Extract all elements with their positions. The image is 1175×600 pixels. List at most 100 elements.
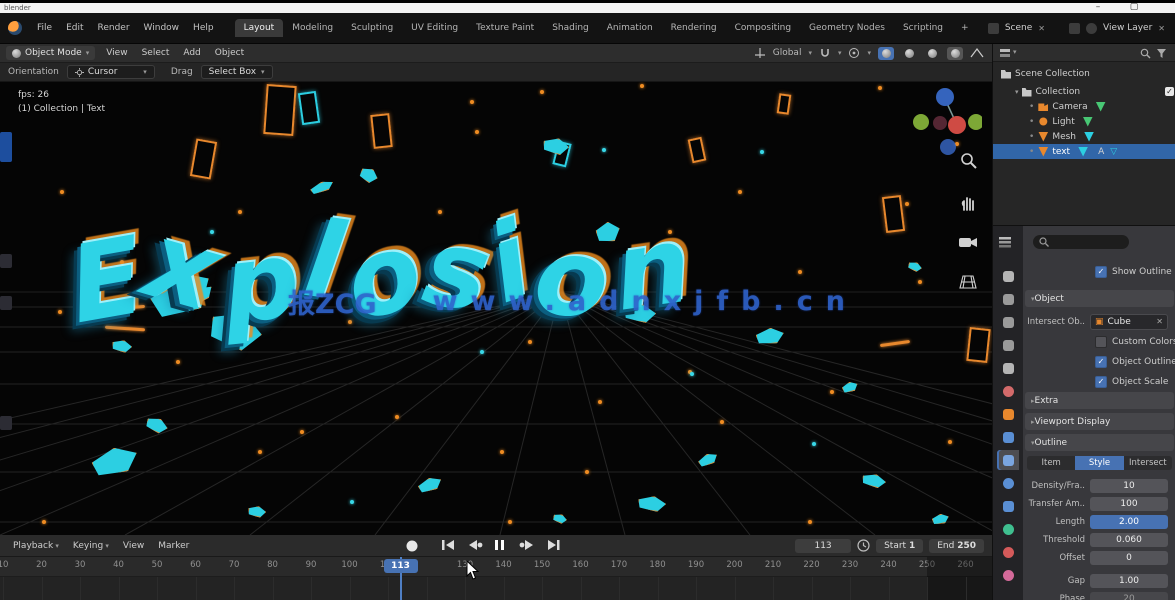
timeline-menu-marker[interactable]: Marker <box>151 541 196 551</box>
properties-search[interactable] <box>1033 235 1129 249</box>
properties-tab-constraints[interactable] <box>997 496 1019 516</box>
3d-viewport[interactable]: fps: 26 (1) Collection | Text Explosion … <box>0 82 992 535</box>
menu-render[interactable]: Render <box>91 20 137 36</box>
workspace-tab-geometry-nodes[interactable]: Geometry Nodes <box>800 19 894 37</box>
section-header-object[interactable]: ▾ Object <box>1025 290 1174 307</box>
cursor-tool-dropdown[interactable]: Cursor ▾ <box>67 65 155 79</box>
properties-tab-particles[interactable] <box>997 450 1019 470</box>
number-field[interactable]: 10 <box>1090 479 1168 493</box>
properties-tab-data[interactable] <box>997 519 1019 539</box>
menu-edit[interactable]: Edit <box>59 20 90 36</box>
frame-end-field[interactable]: End 250 <box>929 539 984 553</box>
shading-wireframe-button[interactable] <box>878 47 894 60</box>
properties-tab-tool[interactable] <box>997 266 1019 286</box>
frame-start-field[interactable]: Start 1 <box>876 539 923 553</box>
section-header-outline[interactable]: ▾ Outline <box>1025 434 1174 451</box>
left-toolbar-tool[interactable] <box>0 254 12 268</box>
properties-tab-physics[interactable] <box>997 473 1019 493</box>
tab-item[interactable]: Item <box>1027 456 1075 470</box>
workspace-tab-shading[interactable]: Shading <box>543 19 598 37</box>
properties-tab-modifiers[interactable] <box>997 427 1019 447</box>
drag-mode-dropdown[interactable]: Select Box ▾ <box>201 65 273 79</box>
checkbox-row-custom-colors[interactable]: Custom Colors <box>1023 333 1175 350</box>
shading-material-button[interactable] <box>924 47 940 60</box>
chevron-down-icon[interactable]: ▾ <box>867 49 871 57</box>
left-toolbar-tool[interactable] <box>0 416 12 430</box>
left-toolbar-tool[interactable] <box>0 296 12 310</box>
collection-checkbox[interactable]: ✓ <box>1165 87 1174 96</box>
shading-rendered-button[interactable] <box>947 47 963 60</box>
checkbox[interactable] <box>1095 336 1107 348</box>
outliner-row-light[interactable]: •Light <box>993 114 1175 129</box>
outliner-row-camera[interactable]: •Camera <box>993 99 1175 114</box>
properties-tab-texture[interactable] <box>997 565 1019 585</box>
left-toolbar-active-tool[interactable] <box>0 132 12 162</box>
workspace-tab-uv-editing[interactable]: UV Editing <box>402 19 467 37</box>
workspace-tab-sculpting[interactable]: Sculpting <box>342 19 402 37</box>
number-field[interactable]: 2.00 <box>1090 515 1168 529</box>
workspace-tab-layout[interactable]: Layout <box>235 19 284 37</box>
properties-tab-object[interactable] <box>997 404 1019 424</box>
auto-keying-record-icon[interactable] <box>404 538 424 554</box>
workspace-tab-scripting[interactable]: Scripting <box>894 19 952 37</box>
number-field[interactable]: 0 <box>1090 551 1168 565</box>
chevron-down-icon[interactable]: ▾ <box>808 49 812 57</box>
number-field[interactable]: 100 <box>1090 497 1168 511</box>
pan-hand-icon[interactable] <box>960 194 978 212</box>
outliner-row-scene-collection[interactable]: Scene Collection <box>993 66 1175 81</box>
jump-to-end-button[interactable] <box>544 538 564 554</box>
section-header-viewport-display[interactable]: ▸ Viewport Display <box>1025 413 1174 430</box>
properties-tab-view-layer[interactable] <box>997 335 1019 355</box>
viewport-menu-add[interactable]: Add <box>176 48 207 58</box>
proportional-editing-icon[interactable] <box>848 47 860 59</box>
clear-x-icon[interactable]: ✕ <box>1156 317 1163 326</box>
outliner-row-collection[interactable]: ▾Collection✓ <box>993 84 1175 99</box>
next-keyframe-button[interactable] <box>518 538 538 554</box>
outliner-row-mesh[interactable]: •Mesh <box>993 129 1175 144</box>
viewport-menu-select[interactable]: Select <box>135 48 177 58</box>
properties-tab-world[interactable] <box>997 381 1019 401</box>
workspace-tab-texture-paint[interactable]: Texture Paint <box>467 19 543 37</box>
editor-type-icon[interactable] <box>999 236 1013 248</box>
shading-solid-button[interactable] <box>901 47 917 60</box>
overlay-wave-icon[interactable] <box>970 47 984 59</box>
pause-button[interactable] <box>492 538 512 554</box>
playback-sync-clock-icon[interactable] <box>857 539 870 552</box>
menu-help[interactable]: Help <box>186 20 221 36</box>
viewport-menu-view[interactable]: View <box>99 48 134 58</box>
timeline-ruler[interactable]: 1020304050607080901001101301401501601701… <box>0 557 992 577</box>
mode-selector[interactable]: Object Mode ▾ <box>6 46 95 60</box>
chevron-down-icon[interactable]: ▾ <box>1013 48 1017 56</box>
camera-view-icon[interactable] <box>958 234 978 250</box>
properties-tab-output[interactable] <box>997 312 1019 332</box>
orientation-selector[interactable]: Global <box>773 48 802 58</box>
scene-selector[interactable]: Scene <box>1005 23 1032 33</box>
workspace-tab-modeling[interactable]: Modeling <box>283 19 342 37</box>
timeline-menu-view[interactable]: View <box>116 541 151 551</box>
scene-unlink-icon[interactable]: ✕ <box>1038 24 1045 33</box>
navigation-gizmo[interactable] <box>912 85 982 155</box>
properties-tab-render[interactable] <box>997 289 1019 309</box>
number-field[interactable]: 1.00 <box>1090 574 1168 588</box>
search-icon[interactable] <box>1140 48 1151 59</box>
view-layer-selector[interactable]: View Layer <box>1103 23 1152 33</box>
tab-style[interactable]: Style <box>1075 456 1123 470</box>
editor-type-icon[interactable] <box>999 47 1011 59</box>
menu-window[interactable]: Window <box>137 20 187 36</box>
viewport-menu-object[interactable]: Object <box>208 48 251 58</box>
number-field[interactable]: 20 <box>1090 592 1168 600</box>
section-header-extra[interactable]: ▸ Extra <box>1025 392 1174 409</box>
current-frame-badge[interactable]: 113 <box>384 559 418 573</box>
workspace-tab-animation[interactable]: Animation <box>598 19 662 37</box>
current-frame-field[interactable]: 113 <box>795 539 851 553</box>
workspace-tab-rendering[interactable]: Rendering <box>662 19 726 37</box>
menu-file[interactable]: File <box>30 20 59 36</box>
checkbox-row-object-scale[interactable]: ✓Object Scale <box>1023 373 1175 390</box>
jump-to-start-button[interactable] <box>440 538 460 554</box>
number-field[interactable]: 0.060 <box>1090 533 1168 547</box>
checkbox-row-show-outline[interactable]: ✓Show Outline <box>1023 263 1175 280</box>
prev-keyframe-button[interactable] <box>466 538 486 554</box>
chevron-down-icon[interactable]: ▾ <box>838 49 842 57</box>
checkbox-row-object-outline[interactable]: ✓Object Outline <box>1023 353 1175 370</box>
minimize-button[interactable]: – <box>1085 3 1111 13</box>
